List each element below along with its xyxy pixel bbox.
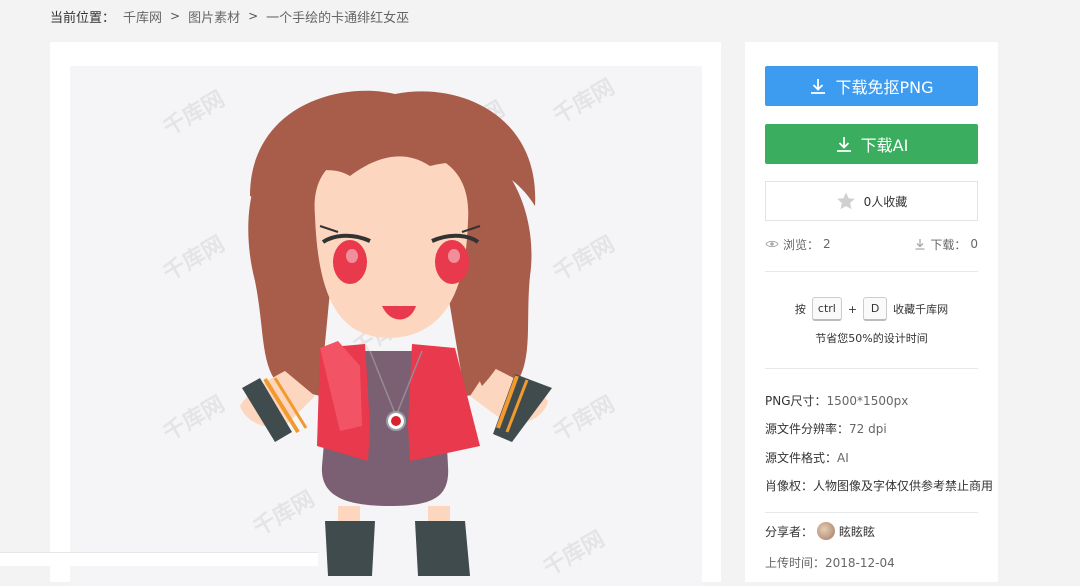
upload-date: 2018-12-04 xyxy=(825,556,895,570)
scarlet-witch-illustration xyxy=(240,90,552,576)
breadcrumb-separator: > xyxy=(248,9,259,23)
format-label: 源文件格式： xyxy=(765,451,838,465)
png-size-value: 1500*1500px xyxy=(826,394,909,408)
download-ai-label: 下载AI xyxy=(860,136,909,155)
ctrl-key: ctrl xyxy=(811,297,842,321)
downloads-count: 0 xyxy=(970,237,978,251)
resolution-info: 源文件分辨率：72 dpi xyxy=(765,420,887,437)
shortcut-press-text: 按 xyxy=(794,303,806,316)
favorite-count: 0人收藏 xyxy=(863,194,908,209)
sharer-info: 分享者： 眩眩眩 xyxy=(765,522,875,540)
upload-info: 上传时间：2018-12-04 xyxy=(765,554,895,571)
download-ai-button[interactable]: 下载AI xyxy=(765,124,978,164)
avatar[interactable] xyxy=(817,522,836,540)
rights-label: 肖像权： xyxy=(765,479,814,493)
rights-info: 肖像权：人物图像及字体仅供参考禁止商用 xyxy=(765,477,993,494)
breadcrumb-label: 当前位置： xyxy=(50,10,116,26)
shortcut-action-text: 收藏千库网 xyxy=(893,303,949,316)
download-icon xyxy=(811,79,826,94)
bottom-strip xyxy=(0,552,318,566)
eye-icon xyxy=(765,240,779,248)
breadcrumb: 当前位置： 千库网 > 图片素材 > 一个手绘的卡通绯红女巫 xyxy=(50,6,409,26)
divider xyxy=(765,271,978,272)
breadcrumb-current: 一个手绘的卡通绯红女巫 xyxy=(266,10,410,26)
sharer-label: 分享者： xyxy=(765,524,814,539)
resolution-label: 源文件分辨率： xyxy=(765,422,850,436)
png-size-info: PNG尺寸：1500*1500px xyxy=(765,392,908,409)
d-key: D xyxy=(863,297,888,321)
star-icon xyxy=(836,192,855,210)
format-info: 源文件格式：AI xyxy=(765,449,849,466)
breadcrumb-category-link[interactable]: 图片素材 xyxy=(188,7,240,26)
upload-label: 上传时间： xyxy=(765,556,826,570)
sharer-name[interactable]: 眩眩眩 xyxy=(839,523,875,540)
download-sidebar: 下载免抠PNG 下载AI 0人收藏 浏览： 2 下载： 0 按 ctrl + D… xyxy=(745,42,998,582)
favorite-button[interactable]: 0人收藏 xyxy=(765,181,978,221)
stats-row: 浏览： 2 下载： 0 xyxy=(765,235,978,253)
rights-value: 人物图像及字体仅供参考禁止商用 xyxy=(813,479,994,493)
preview-panel: 千库网 千库网 千库网 千库网 千库网 千库网 千库网 千库网 千库网 千库网 … xyxy=(50,42,721,586)
download-icon xyxy=(836,137,851,152)
download-icon xyxy=(915,239,925,250)
views-label: 浏览： xyxy=(783,237,820,252)
shortcut-tip: 节省您50%的设计时间 xyxy=(815,332,928,345)
resolution-value: 72 dpi xyxy=(849,422,887,436)
breadcrumb-separator: > xyxy=(170,9,181,23)
png-size-label: PNG尺寸： xyxy=(765,394,827,408)
shortcut-plus: + xyxy=(847,302,858,316)
image-preview: 千库网 千库网 千库网 千库网 千库网 千库网 千库网 千库网 千库网 千库网 … xyxy=(70,66,702,586)
downloads-stat: 下载： 0 xyxy=(914,236,978,253)
download-png-button[interactable]: 下载免抠PNG xyxy=(765,66,978,106)
download-png-label: 下载免抠PNG xyxy=(835,78,934,97)
bookmark-shortcut: 按 ctrl + D 收藏千库网 xyxy=(765,293,978,325)
format-value: AI xyxy=(837,451,849,465)
downloads-label: 下载： xyxy=(930,237,967,252)
divider xyxy=(765,368,978,369)
views-stat: 浏览： 2 xyxy=(765,236,831,253)
breadcrumb-home-link[interactable]: 千库网 xyxy=(123,7,162,26)
views-count: 2 xyxy=(823,237,831,251)
divider xyxy=(765,512,978,513)
